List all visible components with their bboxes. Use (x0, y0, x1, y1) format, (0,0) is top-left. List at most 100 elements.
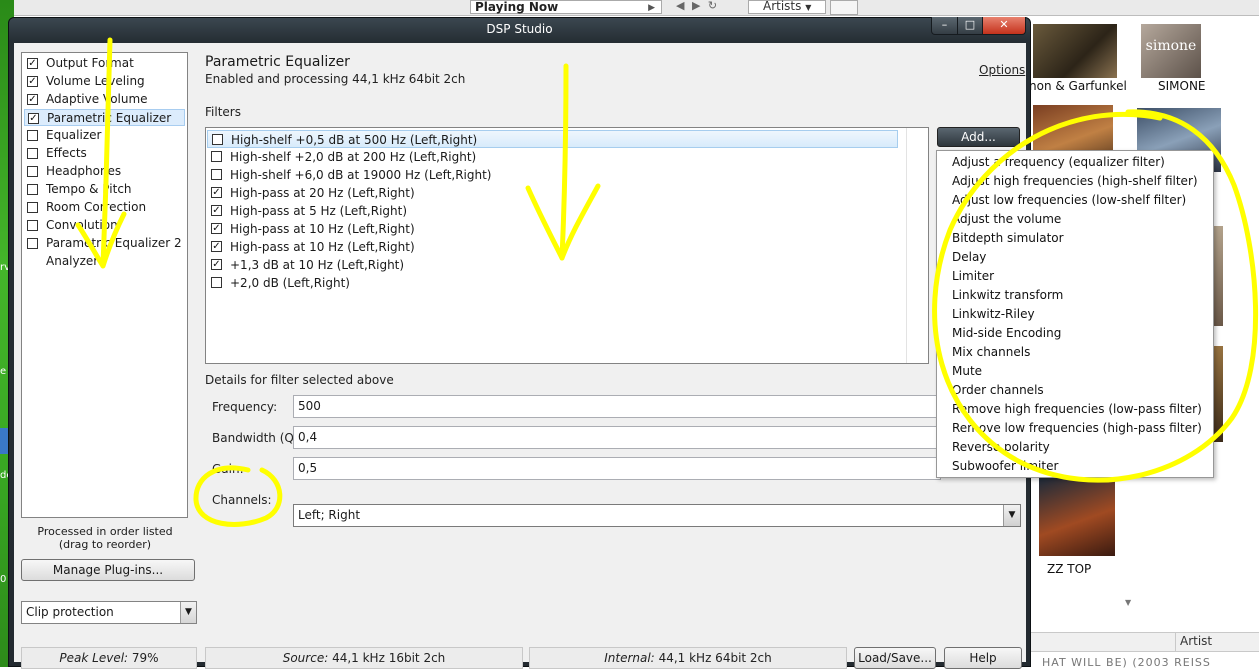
plugin-checkbox[interactable] (27, 220, 38, 231)
menu-item[interactable]: Linkwitz transform (952, 286, 1063, 305)
menu-item[interactable]: Subwoofer limiter (952, 457, 1058, 476)
plugin-item[interactable]: ✓ Volume Leveling (24, 73, 185, 90)
menu-item[interactable]: Mix channels (952, 343, 1030, 362)
filter-checkbox[interactable]: ✓ (211, 259, 222, 270)
details-section-label: Details for filter selected above (205, 373, 394, 387)
menu-item[interactable]: Remove high frequencies (low-pass filter… (952, 400, 1202, 419)
filter-checkbox[interactable]: ✓ (211, 187, 222, 198)
menu-item[interactable]: Order channels (952, 381, 1044, 400)
menu-item[interactable]: Delay (952, 248, 986, 267)
toolbar-box[interactable] (830, 0, 858, 15)
menu-item[interactable]: Mid-side Encoding (952, 324, 1061, 343)
minimize-button[interactable]: – (931, 17, 958, 35)
plugin-checkbox[interactable]: ✓ (27, 58, 38, 69)
menu-item[interactable]: Bitdepth simulator (952, 229, 1064, 248)
strip-button[interactable] (0, 428, 8, 454)
menu-item[interactable]: Limiter (952, 267, 994, 286)
album-cover[interactable]: simone (1141, 24, 1201, 78)
plugin-item[interactable]: Equalizer (24, 127, 185, 144)
plugin-item[interactable]: Effects (24, 145, 185, 162)
album-logo-text: simone (1145, 38, 1197, 54)
plugin-item[interactable]: Room Correction (24, 199, 185, 216)
channels-select[interactable]: Left; Right ▼ (293, 504, 1021, 527)
menu-item[interactable]: Adjust the volume (952, 210, 1061, 229)
plugin-item[interactable]: ✓ Adaptive Volume (24, 91, 185, 108)
album-cover[interactable] (1039, 478, 1115, 556)
plugin-item[interactable]: Headphones (24, 163, 185, 180)
plugin-item[interactable]: ✓ Parametric Equalizer (24, 109, 185, 126)
filter-row[interactable]: High-shelf +0,5 dB at 500 Hz (Left,Right… (207, 130, 898, 148)
arrow-right-icon: ▶ (648, 3, 655, 13)
help-button[interactable]: Help (944, 647, 1022, 669)
plugin-checkbox[interactable] (27, 166, 38, 177)
plugin-item[interactable]: Convolution (24, 217, 185, 234)
bandwidth-field[interactable]: 0,4 (293, 426, 941, 449)
filter-checkbox[interactable] (211, 277, 222, 288)
plugin-label: Headphones (46, 164, 122, 178)
gain-field[interactable]: 0,5 (293, 457, 941, 480)
chevron-down-icon[interactable]: ▼ (1003, 505, 1020, 526)
internal-status: Internal: 44,1 kHz 64bit 2ch (529, 647, 847, 669)
filter-row[interactable]: ✓ High-pass at 5 Hz (Left,Right) (207, 202, 898, 220)
clip-protection-select[interactable]: Clip protection ▼ (21, 601, 197, 624)
artists-combo[interactable]: Artists ▼ (748, 0, 826, 14)
filter-checkbox[interactable] (212, 134, 223, 145)
plugin-checkbox[interactable]: ✓ (28, 113, 39, 124)
scroll-down-icon[interactable]: ▼ (1125, 598, 1131, 607)
playing-now-tab[interactable]: Playing Now ▶ (470, 0, 662, 14)
filter-label: High-pass at 10 Hz (Left,Right) (230, 222, 415, 236)
plugin-item[interactable]: Parametric Equalizer 2 (24, 235, 185, 252)
filter-row[interactable]: ✓ High-pass at 10 Hz (Left,Right) (207, 220, 898, 238)
filter-checkbox[interactable]: ✓ (211, 223, 222, 234)
peak-level-status: Peak Level: 79% (21, 647, 197, 669)
source-status: Source: 44,1 kHz 16bit 2ch (205, 647, 523, 669)
filter-checkbox[interactable]: ✓ (211, 241, 222, 252)
artist-column-header[interactable]: Artist (1180, 634, 1212, 648)
filter-row[interactable]: ✓ High-pass at 20 Hz (Left,Right) (207, 184, 898, 202)
maximize-button[interactable]: □ (957, 17, 983, 35)
plugin-checkbox[interactable] (27, 238, 38, 249)
plugin-checkbox[interactable] (27, 130, 38, 141)
filter-row[interactable]: High-shelf +6,0 dB at 19000 Hz (Left,Rig… (207, 166, 898, 184)
plugin-item[interactable]: ✓ Output Format (24, 55, 185, 72)
options-link[interactable]: Options (979, 63, 1025, 77)
menu-item[interactable]: Reverse polarity (952, 438, 1050, 457)
album-cover[interactable] (1033, 24, 1117, 78)
chevron-down-icon[interactable]: ▼ (180, 602, 196, 623)
load-save-button[interactable]: Load/Save... (854, 647, 936, 669)
plugin-item[interactable]: Analyzer (24, 253, 185, 270)
manage-plugins-button[interactable]: Manage Plug-ins... (21, 559, 195, 581)
menu-item[interactable]: Remove low frequencies (high-pass filter… (952, 419, 1202, 438)
filter-row[interactable]: +2,0 dB (Left,Right) (207, 274, 898, 292)
plugin-item[interactable]: Tempo & Pitch (24, 181, 185, 198)
bandwidth-label: Bandwidth (Q): (212, 431, 303, 445)
column-separator[interactable] (1175, 632, 1176, 652)
plugin-checkbox[interactable] (27, 202, 38, 213)
nav-buttons[interactable]: ◀ ▶ ↻ (676, 0, 719, 12)
plugin-list[interactable]: ✓ Output Format ✓ Volume Leveling ✓ Adaptive … (21, 52, 188, 518)
filter-label: High-shelf +0,5 dB at 500 Hz (Left,Right… (231, 133, 478, 147)
plugin-checkbox[interactable] (27, 148, 38, 159)
menu-item[interactable]: Mute (952, 362, 982, 381)
menu-item[interactable]: Adjust low frequencies (low-shelf filter… (952, 191, 1186, 210)
plugin-label: Adaptive Volume (46, 92, 148, 106)
plugin-checkbox[interactable]: ✓ (27, 76, 38, 87)
filter-checkbox[interactable]: ✓ (211, 205, 222, 216)
filter-row[interactable]: ✓ +1,3 dB at 10 Hz (Left,Right) (207, 256, 898, 274)
channels-label: Channels: (212, 493, 272, 507)
menu-item[interactable]: Adjust high frequencies (high-shelf filt… (952, 172, 1198, 191)
plugin-checkbox[interactable]: ✓ (27, 94, 38, 105)
filter-checkbox[interactable] (211, 169, 222, 180)
filter-checkbox[interactable] (211, 151, 222, 162)
close-button[interactable]: ✕ (982, 17, 1026, 35)
menu-item[interactable]: Adjust a frequency (equalizer filter) (952, 153, 1165, 172)
frequency-field[interactable]: 500 (293, 395, 941, 418)
filter-row[interactable]: ✓ High-pass at 10 Hz (Left,Right) (207, 238, 898, 256)
plugin-checkbox[interactable] (27, 184, 38, 195)
filter-row[interactable]: High-shelf +2,0 dB at 200 Hz (Left,Right… (207, 148, 898, 166)
clip-protection-value: Clip protection (26, 605, 114, 619)
menu-item[interactable]: Linkwitz-Riley (952, 305, 1035, 324)
filter-list[interactable]: High-shelf +0,5 dB at 500 Hz (Left,Right… (205, 127, 929, 364)
filter-label: High-shelf +6,0 dB at 19000 Hz (Left,Rig… (230, 168, 492, 182)
add-filter-button[interactable]: Add... (937, 127, 1020, 147)
